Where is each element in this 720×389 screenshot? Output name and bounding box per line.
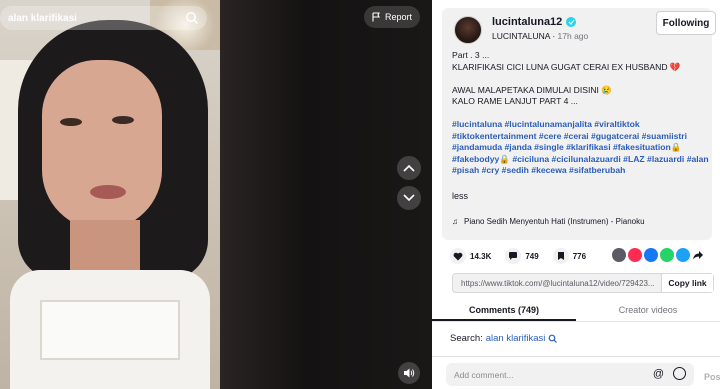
chevron-down-icon [403,194,415,202]
save-count: 776 [572,251,587,261]
username-text: lucintaluna12 [492,16,563,28]
hashtags[interactable]: #lucintaluna #lucintalunamanjalita #vira… [452,119,710,177]
comment-button[interactable]: 749 [505,248,539,264]
bookmark-icon [552,248,569,264]
music-title: Piano Sedih Menyentuh Hati (Instrumen) -… [464,217,645,226]
description-line: KALO RAME LANJUT PART 4 ... [452,96,578,106]
flag-icon [372,12,380,22]
video-search-text: alan klarifikasi [8,12,77,24]
embed-icon[interactable] [612,248,626,262]
music-note-icon: ♫ [452,217,458,226]
report-label: Report [384,12,412,22]
video-info-panel: lucintaluna12 LUCINTALUNA · 17h ago Foll… [432,0,720,389]
volume-button[interactable] [398,362,420,384]
share-red-icon[interactable] [628,248,642,262]
share-link-box: https://www.tiktok.com/@lucintaluna12/vi… [452,273,714,293]
search-term: alan klarifikasi [485,333,546,344]
comment-tabs: Comments (749) Creator videos [432,298,720,322]
less-button[interactable]: less [452,191,468,201]
comment-icon [505,248,522,264]
tab-comments[interactable]: Comments (749) [432,298,576,321]
music-link[interactable]: ♫ Piano Sedih Menyentuh Hati (Instrumen)… [452,217,645,226]
description-line: AWAL MALAPETAKA DIMULAI DISINI 😢 [452,84,613,95]
emoji-icon[interactable] [673,367,686,380]
facebook-icon[interactable] [644,248,658,262]
twitter-icon[interactable] [676,248,690,262]
save-button[interactable]: 776 [552,248,587,264]
person-eye-right [112,116,134,124]
video-search-bar[interactable]: alan klarifikasi [0,6,207,30]
report-button[interactable]: Report [364,6,420,28]
video-description: Part . 3 ... KLARIFIKASI CICI LUNA GUGAT… [452,50,710,177]
person-eye-left [60,118,82,126]
next-video-button[interactable] [397,186,421,210]
post-button[interactable]: Post [704,372,720,382]
heart-icon [450,248,466,264]
display-name: LUCINTALUNA [492,31,550,41]
comment-count: 749 [525,251,539,261]
like-button[interactable]: 14.3K [450,248,491,264]
copy-link-button[interactable]: Copy link [661,274,713,292]
video-frame [0,0,220,389]
description-line: Part . 3 ... [452,50,490,60]
post-time: 17h ago [557,31,589,41]
person-lips [90,185,126,199]
verified-icon [566,17,577,27]
volume-icon [404,368,415,378]
share-row [612,248,706,262]
person-chest-band [40,300,180,360]
search-icon[interactable] [185,11,199,25]
tab-creator-videos[interactable]: Creator videos [576,298,720,321]
action-bar: 14.3K 749 776 [450,248,600,264]
author-subline: LUCINTALUNA · 17h ago [492,31,588,41]
comment-bar: Add comment... @ Post [432,356,720,389]
search-suggestion[interactable]: Search: alan klarifikasi [450,333,558,344]
previous-video-button[interactable] [397,156,421,180]
search-prefix: Search: [450,333,483,344]
whatsapp-icon[interactable] [660,248,674,262]
video-player[interactable]: alan klarifikasi Report [0,0,432,389]
description-line: KLARIFIKASI CICI LUNA GUGAT CERAI EX HUS… [452,61,681,72]
following-button[interactable]: Following [656,11,716,35]
share-arrow-icon[interactable] [692,248,706,262]
search-icon [549,334,558,343]
chevron-up-icon [403,164,415,172]
share-link-text[interactable]: https://www.tiktok.com/@lucintaluna12/vi… [453,279,661,288]
comment-placeholder: Add comment... [454,369,514,380]
avatar[interactable] [454,16,482,44]
person-face [42,60,162,230]
author-username[interactable]: lucintaluna12 [492,16,577,28]
comment-input[interactable]: Add comment... @ [446,363,694,386]
mention-icon[interactable]: @ [653,368,664,380]
like-count: 14.3K [470,251,492,261]
